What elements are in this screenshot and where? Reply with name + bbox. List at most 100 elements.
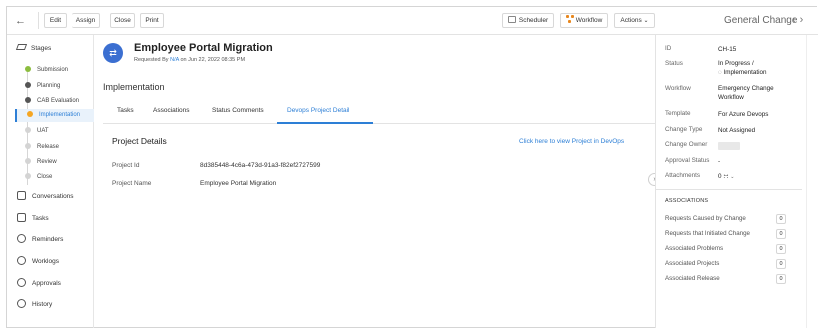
page-heading: General Change: [724, 15, 798, 26]
sidebar-item-label: Approvals: [32, 280, 61, 287]
stage-label: Implementation: [39, 112, 81, 118]
active-tab-indicator: [277, 122, 373, 124]
template-label: Template: [665, 110, 691, 117]
toolbar-divider: [38, 12, 39, 29]
requester-link[interactable]: N/A: [170, 57, 179, 63]
chevron-down-icon: ⌄: [730, 174, 735, 180]
tab-devops-project-detail[interactable]: Devops Project Detail: [287, 107, 350, 114]
attachments-label: Attachments: [665, 172, 700, 179]
sidebar-item-label: Worklogs: [32, 258, 59, 265]
stage-close[interactable]: Close: [25, 171, 52, 183]
toolbar: ← Edit Assign Close Print Scheduler Work…: [7, 7, 818, 35]
assoc-problems[interactable]: Associated Problems: [665, 245, 723, 252]
sidebar-item-reminders[interactable]: Reminders: [17, 234, 63, 246]
assoc-count-badge: 0: [776, 229, 786, 239]
status-stage: ◌ Implementation: [718, 69, 767, 76]
scheduler-button[interactable]: Scheduler: [502, 13, 554, 28]
workflow-value[interactable]: Emergency Change Workflow: [718, 84, 774, 102]
layers-icon: [15, 44, 28, 50]
check-circle-icon: [17, 278, 26, 287]
alarm-icon: [17, 234, 26, 243]
stage-status-icon: [25, 173, 31, 179]
sidebar-item-worklogs[interactable]: Worklogs: [17, 256, 59, 268]
project-id-value: 8d385448-4c6a-473d-91a3-f82ef2727599: [200, 162, 321, 169]
approval-status-label: Approval Status: [665, 157, 710, 164]
stage-cab-evaluation[interactable]: CAB Evaluation: [25, 95, 79, 107]
workflow-label: Workflow: [665, 85, 691, 92]
change-type-label: Change Type: [665, 126, 703, 133]
close-button[interactable]: Close: [110, 13, 135, 28]
change-owner-value-redacted[interactable]: [718, 142, 740, 150]
stage-submission[interactable]: Submission: [25, 64, 68, 76]
stage-label: Review: [37, 159, 57, 165]
stage-label: Planning: [37, 83, 61, 89]
shuffle-icon: ⇄: [103, 43, 123, 63]
sidebar-item-label: Tasks: [32, 215, 49, 222]
history-icon: [17, 299, 26, 308]
sidebar-item-label: Reminders: [32, 236, 64, 243]
chevron-left-icon[interactable]: ‹: [792, 14, 800, 26]
view-in-devops-link[interactable]: Click here to view Project in DevOps: [519, 138, 624, 145]
stage-planning[interactable]: Planning: [25, 80, 60, 92]
assoc-count-badge: 0: [776, 274, 786, 284]
assoc-projects[interactable]: Associated Projects: [665, 260, 719, 267]
tab-associations[interactable]: Associations: [153, 107, 190, 114]
tab-tasks[interactable]: Tasks: [117, 107, 134, 114]
edit-button[interactable]: Edit: [44, 13, 67, 28]
workflow-button[interactable]: Workflow: [560, 13, 608, 28]
workflow-text: Workflow: [718, 94, 744, 101]
request-meta: Requested By N/A on Jun 22, 2022 08:35 P…: [134, 57, 245, 63]
stages-label: Stages: [31, 45, 52, 52]
stage-status-icon: [25, 66, 31, 72]
status-value[interactable]: In Progress / ◌ Implementation: [718, 59, 767, 77]
stage-status-icon: [25, 158, 31, 164]
id-label: ID: [665, 45, 672, 52]
arrow-left-icon[interactable]: ←: [15, 15, 31, 27]
project-details-title: Project Details: [112, 136, 167, 146]
stage-icon: ◌: [718, 69, 722, 76]
sidebar-item-conversations[interactable]: Conversations: [17, 191, 74, 203]
sidebar-item-approvals[interactable]: Approvals: [17, 278, 61, 290]
stage-review[interactable]: Review: [25, 156, 57, 168]
chevron-down-icon: ⌄: [643, 18, 649, 24]
assoc-count-badge: 0: [776, 259, 786, 269]
stage-status-icon: [25, 127, 31, 133]
requested-by-label: Requested By: [134, 57, 169, 63]
stage-uat[interactable]: UAT: [25, 125, 49, 137]
stage-status-icon: [25, 82, 31, 88]
assoc-requests-caused[interactable]: Requests Caused by Change: [665, 215, 746, 222]
assign-button[interactable]: Assign: [72, 13, 100, 28]
stage-label: Close: [37, 174, 53, 180]
actions-dropdown[interactable]: Actions ⌄: [614, 13, 655, 28]
sidebar-item-label: History: [32, 301, 53, 308]
change-detail-window: ← Edit Assign Close Print Scheduler Work…: [6, 6, 819, 328]
status-label: Status: [665, 60, 683, 67]
chevron-right-icon[interactable]: ›: [800, 14, 808, 26]
associations-heading: ASSOCIATIONS: [665, 198, 709, 204]
stage-label: UAT: [37, 128, 49, 134]
sidebar: Stages Submission Planning CAB Evaluatio…: [7, 35, 94, 328]
project-name-value: Employee Portal Migration: [200, 180, 277, 187]
tab-status-comments[interactable]: Status Comments: [212, 107, 264, 114]
id-value: CH-15: [718, 46, 737, 53]
sidebar-item-tasks[interactable]: Tasks: [17, 213, 49, 225]
assoc-release[interactable]: Associated Release: [665, 275, 720, 282]
sidebar-item-history[interactable]: History: [17, 299, 52, 311]
panel-scrollbar[interactable]: [806, 35, 819, 328]
stage-implementation[interactable]: Implementation: [15, 109, 94, 122]
print-button[interactable]: Print: [140, 13, 164, 28]
record-navigation: ‹›: [792, 14, 807, 26]
change-type-value[interactable]: Not Assigned: [718, 126, 755, 135]
tab-bar: Tasks Associations Status Comments Devop…: [103, 99, 655, 124]
template-value: For Azure Devops: [718, 111, 769, 118]
stage-release[interactable]: Release: [25, 141, 59, 153]
stage-status-icon: [25, 97, 31, 103]
attachments-value[interactable]: 0 ∺ ⌄: [718, 172, 735, 182]
project-id-label: Project Id: [112, 162, 140, 169]
assoc-requests-initiated[interactable]: Requests that Initiated Change: [665, 230, 750, 237]
stage-status-icon: [27, 111, 33, 117]
requested-on: on Jun 22, 2022 08:35 PM: [180, 57, 246, 63]
stages-header[interactable]: Stages: [15, 44, 52, 52]
stage-label: Submission: [37, 67, 69, 73]
status-text: In Progress /: [718, 60, 754, 67]
